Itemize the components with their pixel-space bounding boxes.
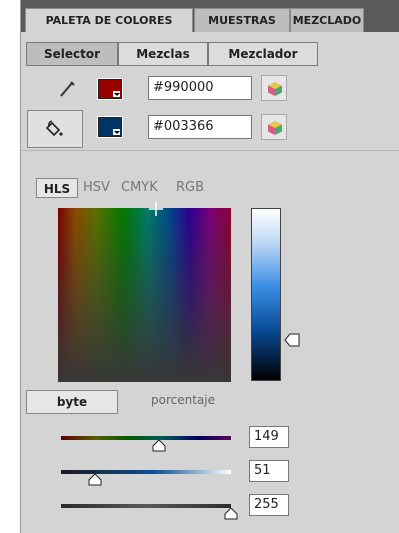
tab-muestras[interactable]: MUESTRAS xyxy=(194,8,290,32)
hue-slider-track[interactable] xyxy=(61,436,231,440)
crosshair-marker[interactable] xyxy=(149,202,163,216)
saturation-slider-thumb[interactable] xyxy=(224,508,238,520)
model-tab-cmyk[interactable]: CMYK xyxy=(121,178,158,198)
eyedropper-icon[interactable] xyxy=(55,77,79,101)
paint-bucket-icon[interactable] xyxy=(44,117,68,141)
luminance-slider-track[interactable] xyxy=(61,470,231,474)
subtab-selector[interactable]: Selector xyxy=(26,42,118,66)
hue-saturation-field[interactable] xyxy=(58,208,231,382)
unit-byte-button[interactable]: byte xyxy=(26,390,118,414)
stroke-hex-field[interactable]: #990000 xyxy=(148,76,252,100)
panel-tab-bar: PALETA DE COLORES MUESTRAS MEZCLADO xyxy=(21,0,399,32)
fill-hex-field[interactable]: #003366 xyxy=(148,115,252,139)
luminance-thumb[interactable] xyxy=(284,333,300,347)
luminance-bar[interactable] xyxy=(251,208,281,381)
color-cube-icon xyxy=(268,82,282,96)
luminance-value-field[interactable]: 51 xyxy=(249,460,289,482)
saturation-value-field[interactable]: 255 xyxy=(249,494,289,516)
stroke-color-swatch[interactable] xyxy=(97,78,123,100)
section-divider xyxy=(21,150,399,151)
fill-color-swatch[interactable] xyxy=(97,116,123,138)
tab-paleta-de-colores[interactable]: PALETA DE COLORES xyxy=(25,8,193,32)
subtab-mezclador[interactable]: Mezclador xyxy=(208,42,318,66)
saturation-slider-track[interactable] xyxy=(61,504,231,508)
dropdown-arrow-icon xyxy=(113,91,120,97)
hue-value-field[interactable]: 149 xyxy=(249,426,289,448)
dropdown-arrow-icon xyxy=(113,129,120,135)
color-cube-button[interactable] xyxy=(261,75,287,101)
model-tab-rgb[interactable]: RGB xyxy=(176,178,204,198)
model-tab-hls[interactable]: HLS xyxy=(36,178,78,198)
color-cube-icon xyxy=(268,121,282,135)
luminance-slider-thumb[interactable] xyxy=(88,474,102,486)
color-palette-panel: PALETA DE COLORES MUESTRAS MEZCLADO Sele… xyxy=(20,0,399,533)
unit-porcentaje-button[interactable]: porcentaje xyxy=(151,393,215,407)
model-tab-hsv[interactable]: HSV xyxy=(83,178,110,198)
tab-mezclado[interactable]: MEZCLADO xyxy=(290,8,364,32)
hue-slider-thumb[interactable] xyxy=(152,440,166,452)
color-cube-button[interactable] xyxy=(261,114,287,140)
subtab-mezclas[interactable]: Mezclas xyxy=(118,42,208,66)
